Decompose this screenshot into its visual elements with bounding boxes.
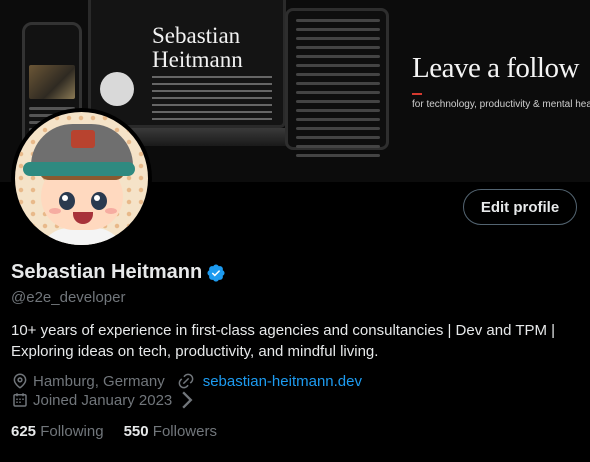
username-handle: @e2e_developer bbox=[11, 289, 126, 306]
avatar-cap-brim bbox=[23, 162, 135, 176]
avatar-eye-left bbox=[59, 192, 75, 210]
banner-mini-text-lines bbox=[152, 76, 272, 125]
avatar-cap-logo bbox=[71, 130, 95, 148]
link-icon bbox=[178, 373, 194, 389]
following-link[interactable]: 625 Following bbox=[11, 423, 104, 440]
banner-mini-name: Sebastian Heitmann bbox=[152, 24, 243, 72]
banner-mini-name-line1: Sebastian bbox=[152, 23, 241, 48]
banner-tablet-mockup bbox=[285, 8, 389, 157]
banner-mini-avatar bbox=[100, 72, 134, 106]
followers-count: 550 bbox=[123, 423, 149, 440]
phone-photo bbox=[29, 65, 75, 99]
tablet-text-lines bbox=[296, 19, 380, 163]
following-count: 625 bbox=[11, 423, 37, 440]
joined-date-text: Joined January 2023 bbox=[33, 391, 173, 409]
avatar-eye-right bbox=[91, 192, 107, 210]
website-link[interactable]: sebastian-heitmann.dev bbox=[203, 373, 362, 390]
chevron-right-icon[interactable] bbox=[178, 391, 196, 409]
followers-link[interactable]: 550 Followers bbox=[124, 423, 217, 440]
display-name: Sebastian Heitmann bbox=[11, 261, 203, 283]
profile-stats: 625 Following 550 Followers bbox=[11, 423, 237, 440]
profile-name-row: Sebastian Heitmann bbox=[11, 261, 226, 284]
banner-subtitle: for technology, productivity & mental he… bbox=[412, 93, 590, 110]
verified-badge-icon[interactable] bbox=[206, 263, 226, 283]
banner-mini-name-line2: Heitmann bbox=[152, 47, 243, 72]
calendar-icon bbox=[13, 393, 27, 407]
profile-meta-row-2[interactable]: Joined January 2023 bbox=[11, 391, 200, 409]
location-text: Hamburg, Germany bbox=[33, 372, 165, 390]
location-pin-icon bbox=[13, 373, 27, 389]
following-label: Following bbox=[40, 423, 104, 440]
profile-meta-row-1: Hamburg, Germany sebastian-heitmann.dev bbox=[11, 372, 362, 390]
avatar-cheek-left bbox=[49, 208, 61, 214]
avatar-illustration bbox=[15, 112, 148, 245]
bio-line-2: Exploring ideas on tech, productivity, a… bbox=[11, 343, 379, 360]
profile-bio: 10+ years of experience in first-class a… bbox=[11, 320, 581, 362]
followers-label: Followers bbox=[152, 423, 217, 440]
avatar-cheek-right bbox=[105, 208, 117, 214]
banner-title: Leave a follow bbox=[412, 52, 579, 84]
edit-profile-button[interactable]: Edit profile bbox=[463, 189, 577, 225]
profile-avatar[interactable] bbox=[11, 108, 152, 249]
bio-line-1: 10+ years of experience in first-class a… bbox=[11, 322, 556, 339]
